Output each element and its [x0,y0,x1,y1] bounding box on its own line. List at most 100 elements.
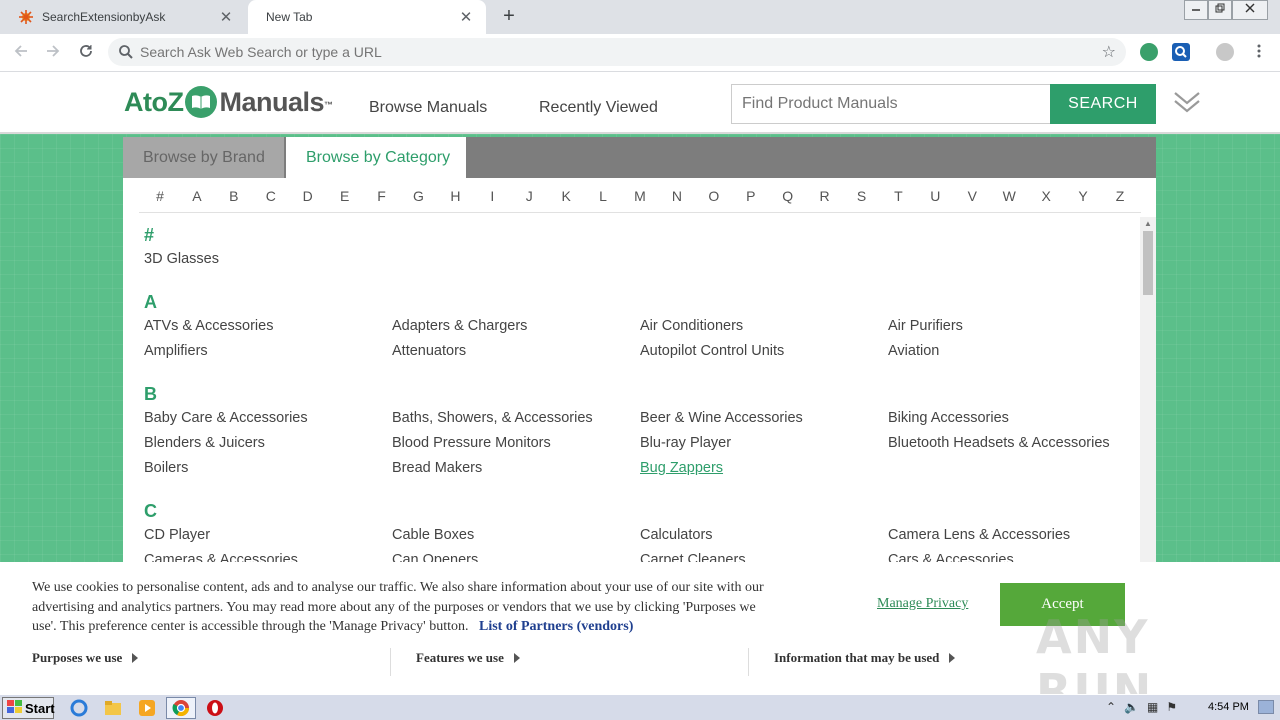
address-input[interactable] [140,38,1080,66]
nav-browse-manuals[interactable]: Browse Manuals [369,99,487,117]
reload-icon[interactable] [75,42,97,64]
volume-icon[interactable]: 🔈 [1124,700,1139,714]
category-link[interactable]: Bread Makers [392,461,617,476]
alpha-letter-y[interactable]: Y [1072,183,1094,212]
scroll-up-icon[interactable]: ▲ [1144,219,1152,228]
restore-icon[interactable] [1208,0,1232,20]
alpha-letter-q[interactable]: Q [777,183,799,212]
alpha-letter-f[interactable]: F [371,183,393,212]
category-link[interactable]: 3D Glasses [144,252,369,267]
bookmark-star-icon[interactable]: ☆ [1102,42,1116,62]
profile-avatar-icon[interactable] [1216,43,1234,61]
category-link[interactable]: Beer & Wine Accessories [640,411,865,426]
forward-arrow-icon[interactable] [42,42,64,64]
omnibox[interactable]: ☆ [108,38,1126,66]
nav-recently-viewed[interactable]: Recently Viewed [539,99,658,117]
alpha-letter-x[interactable]: X [1035,183,1057,212]
media-player-icon[interactable] [138,699,156,717]
action-center-flag-icon[interactable]: ⚑ [1166,700,1177,714]
manage-privacy-link[interactable]: Manage Privacy [877,596,968,612]
alpha-letter-i[interactable]: I [481,183,503,212]
category-link[interactable]: Calculators [640,528,865,543]
alpha-letter-h[interactable]: H [444,183,466,212]
features-we-use-toggle[interactable]: Features we use [416,650,520,666]
alpha-letter-w[interactable]: W [998,183,1020,212]
atoz-manuals-logo[interactable]: AtoZ Manuals ™ [124,86,333,118]
alpha-letter-n[interactable]: N [666,183,688,212]
tab-browse-by-brand[interactable]: Browse by Brand [123,137,284,178]
clock[interactable]: 4:54 PM [1208,701,1249,713]
alpha-letter-l[interactable]: L [592,183,614,212]
category-link[interactable]: Amplifiers [144,344,369,359]
minimize-icon[interactable] [1184,0,1208,20]
category-link[interactable]: Blood Pressure Monitors [392,436,617,451]
alpha-letter-z[interactable]: Z [1109,183,1131,212]
alpha-letter-v[interactable]: V [961,183,983,212]
tab-searchextension[interactable]: SearchExtensionbyAsk ✕ [0,0,246,34]
information-used-toggle[interactable]: Information that may be used [774,650,956,666]
chrome-taskbar-button[interactable] [166,697,196,719]
purposes-we-use-toggle[interactable]: Purposes we use [32,650,139,666]
category-link[interactable]: Baths, Showers, & Accessories [392,411,617,426]
category-link[interactable]: Cars & Accessories [888,553,1113,563]
category-link[interactable]: Bluetooth Headsets & Accessories [888,436,1113,451]
network-icon[interactable]: ▦ [1147,700,1158,714]
scrollbar-thumb[interactable] [1143,231,1153,295]
alpha-letter-j[interactable]: J [518,183,540,212]
category-link[interactable]: Autopilot Control Units [640,344,865,359]
alpha-letter-u[interactable]: U [924,183,946,212]
category-link[interactable]: Cameras & Accessories [144,553,369,563]
ask-search-extension-icon[interactable] [1172,43,1190,61]
category-link[interactable]: Blenders & Juicers [144,436,369,451]
list-of-partners-link[interactable]: List of Partners (vendors) [479,619,633,634]
category-link[interactable]: Baby Care & Accessories [144,411,369,426]
alpha-letter-p[interactable]: P [740,183,762,212]
category-link[interactable]: Air Conditioners [640,319,865,334]
internet-explorer-icon[interactable] [70,699,88,717]
opera-icon[interactable] [206,699,224,717]
alpha-letter-hash[interactable]: # [149,183,171,212]
category-link[interactable]: Blu-ray Player [640,436,865,451]
category-link[interactable]: Biking Accessories [888,411,1113,426]
close-tab-icon[interactable]: ✕ [218,8,234,26]
product-search-input[interactable] [731,84,1051,124]
alpha-letter-a[interactable]: A [186,183,208,212]
alpha-letter-o[interactable]: O [703,183,725,212]
category-link[interactable]: CD Player [144,528,369,543]
alpha-letter-e[interactable]: E [334,183,356,212]
category-link[interactable]: Carpet Cleaners [640,553,865,563]
alpha-letter-m[interactable]: M [629,183,651,212]
category-link[interactable]: Air Purifiers [888,319,1113,334]
atoz-extension-icon[interactable] [1140,43,1158,61]
new-tab-button[interactable]: + [498,5,520,27]
tab-browse-by-category[interactable]: Browse by Category [286,137,466,178]
category-link[interactable]: Cable Boxes [392,528,617,543]
close-window-icon[interactable] [1232,0,1268,20]
alpha-letter-b[interactable]: B [223,183,245,212]
category-link[interactable]: Boilers [144,461,369,476]
close-tab-icon[interactable]: ✕ [458,8,474,26]
show-desktop-icon[interactable] [1258,700,1274,714]
alpha-letter-c[interactable]: C [260,183,282,212]
category-link[interactable]: Camera Lens & Accessories [888,528,1113,543]
alpha-letter-t[interactable]: T [887,183,909,212]
alpha-letter-d[interactable]: D [297,183,319,212]
category-link[interactable]: Can Openers [392,553,617,563]
alpha-letter-g[interactable]: G [407,183,429,212]
category-link[interactable]: Adapters & Chargers [392,319,617,334]
category-link[interactable]: Aviation [888,344,1113,359]
double-chevron-down-icon[interactable] [1172,86,1202,121]
category-link[interactable]: Bug Zappers [640,461,865,476]
browser-menu-icon[interactable] [1248,42,1270,64]
file-explorer-icon[interactable] [104,699,122,717]
start-button[interactable]: Start [2,697,55,719]
category-link[interactable]: ATVs & Accessories [144,319,369,334]
category-scrollbar[interactable]: ▲ [1140,217,1156,562]
tab-new-tab[interactable]: New Tab ✕ [248,0,486,34]
show-hidden-icons-icon[interactable]: ⌃ [1106,700,1116,714]
search-button[interactable]: SEARCH [1050,84,1156,124]
back-arrow-icon[interactable] [10,42,32,64]
alpha-letter-k[interactable]: K [555,183,577,212]
category-link[interactable]: Attenuators [392,344,617,359]
alpha-letter-s[interactable]: S [851,183,873,212]
